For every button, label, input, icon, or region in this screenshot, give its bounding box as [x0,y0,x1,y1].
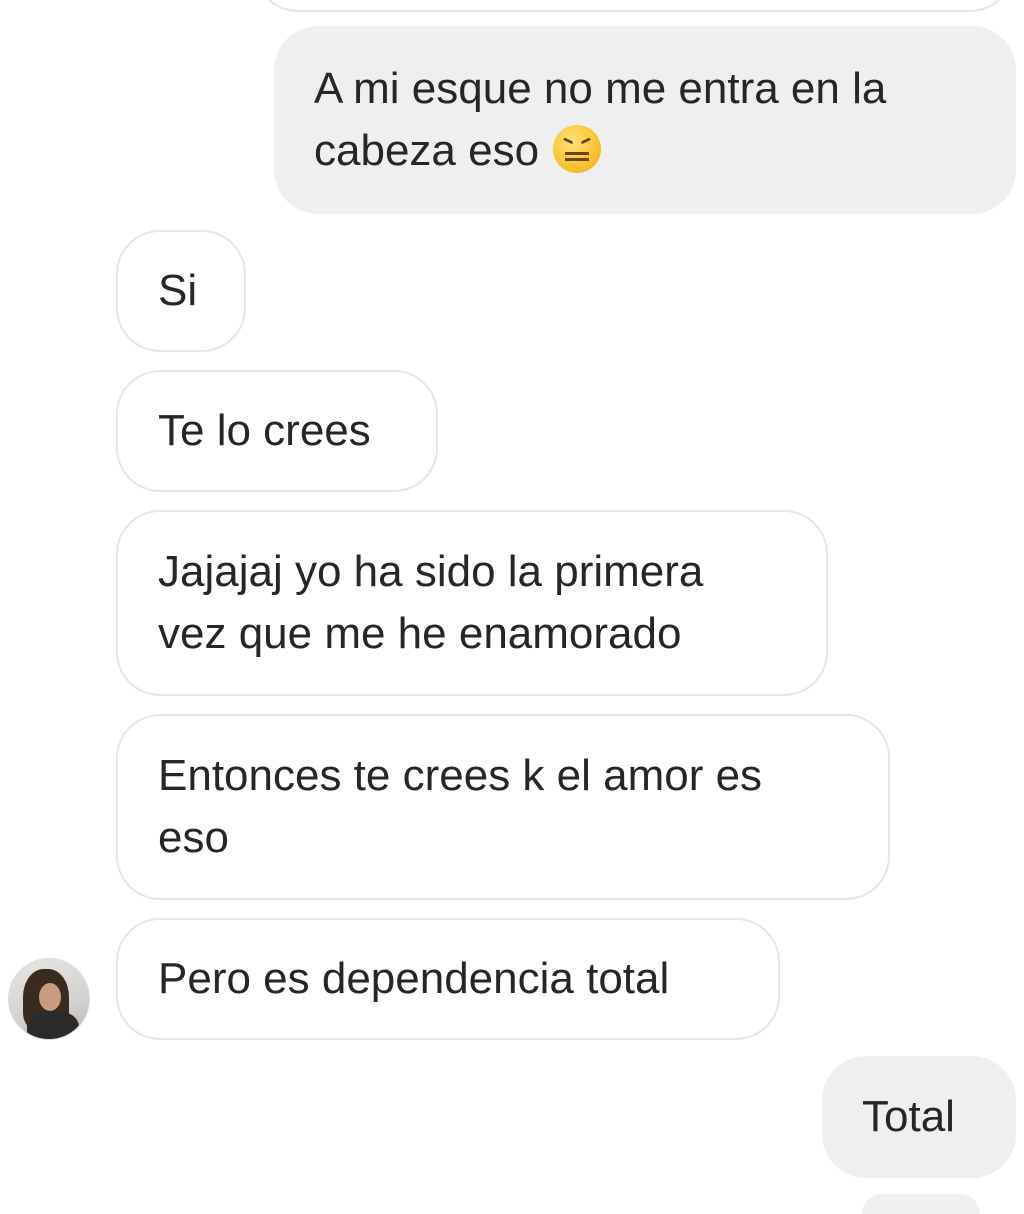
received-message-bubble[interactable]: Te lo crees [116,370,438,492]
message-text: Total [862,1092,955,1141]
received-message-bubble[interactable]: Pero es dependencia total [116,918,780,1040]
message-text: Jajajaj yo ha sido la primera vez que me… [158,547,704,658]
chat-thread: A mi esque no me entra en la cabeza eso … [0,0,1024,1214]
sender-avatar[interactable] [8,958,90,1040]
sent-message-bubble[interactable]: Total [822,1056,1016,1178]
message-text: Entonces te crees k el amor es eso [158,751,763,862]
received-message-bubble[interactable]: Entonces te crees k el amor es eso [116,714,890,900]
message-text: Si [158,266,198,315]
sent-message-bubble[interactable]: A mi esque no me entra en la cabeza eso [274,26,1016,214]
message-text: A mi esque no me entra en la cabeza eso [314,64,887,175]
received-message-bubble[interactable]: Jajajaj yo ha sido la primera vez que me… [116,510,828,696]
message-text: Te lo crees [158,406,371,455]
confounded-face-icon [553,125,602,174]
previous-message-bubble[interactable] [254,0,1014,12]
next-message-bubble[interactable] [862,1194,980,1214]
received-message-bubble[interactable]: Si [116,230,246,352]
message-text: Pero es dependencia total [158,954,670,1003]
